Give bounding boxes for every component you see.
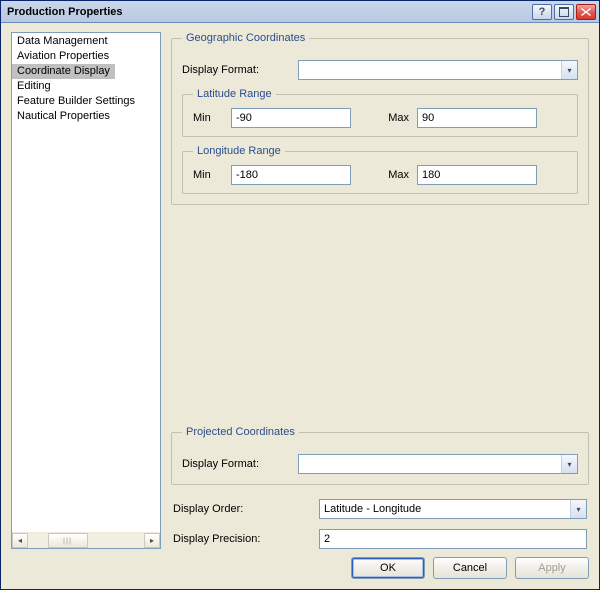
lon-min-input[interactable] bbox=[231, 165, 351, 185]
chevron-down-icon: ▾ bbox=[561, 455, 577, 473]
titlebar-controls: ? bbox=[532, 4, 599, 20]
category-list[interactable]: Data Management Aviation Properties Coor… bbox=[11, 32, 161, 549]
lat-min-input[interactable] bbox=[231, 108, 351, 128]
sidebar-item-nautical-properties[interactable]: Nautical Properties bbox=[12, 109, 160, 124]
geo-display-format-label: Display Format: bbox=[182, 64, 292, 76]
window: Production Properties ? Data Management bbox=[0, 0, 600, 590]
latitude-range-row: Min Max bbox=[193, 108, 567, 128]
sidebar-item-editing[interactable]: Editing bbox=[12, 79, 160, 94]
sidebar-item-feature-builder-settings[interactable]: Feature Builder Settings bbox=[12, 94, 160, 109]
display-precision-input[interactable] bbox=[319, 529, 587, 549]
projected-coordinates-legend: Projected Coordinates bbox=[182, 426, 299, 438]
scroll-grip-icon bbox=[64, 537, 73, 544]
lat-max-label: Max bbox=[379, 112, 409, 124]
body: Data Management Aviation Properties Coor… bbox=[11, 32, 589, 549]
apply-button[interactable]: Apply bbox=[515, 557, 589, 579]
lat-min-label: Min bbox=[193, 112, 223, 124]
chevron-down-icon: ▾ bbox=[570, 500, 586, 518]
lon-min-label: Min bbox=[193, 169, 223, 181]
scroll-left-button[interactable]: ◂ bbox=[12, 533, 28, 548]
sidebar-hscrollbar[interactable]: ◂ ▸ bbox=[12, 532, 160, 548]
display-order-select[interactable]: Latitude - Longitude ▾ bbox=[319, 499, 587, 519]
chevron-down-icon: ▾ bbox=[561, 61, 577, 79]
sidebar-item-data-management[interactable]: Data Management bbox=[12, 34, 160, 49]
geo-display-format-select[interactable]: ▾ bbox=[298, 60, 578, 80]
chevron-right-icon: ▸ bbox=[150, 536, 154, 545]
titlebar: Production Properties ? bbox=[1, 1, 599, 23]
display-precision-row: Display Precision: bbox=[171, 529, 589, 549]
projected-coordinates-group: Projected Coordinates Display Format: ▾ bbox=[171, 426, 589, 485]
lon-max-label: Max bbox=[379, 169, 409, 181]
proj-display-format-value bbox=[303, 455, 559, 473]
vertical-spacer bbox=[171, 215, 589, 426]
main-panel: Geographic Coordinates Display Format: ▾… bbox=[171, 32, 589, 549]
geo-display-format-value bbox=[303, 61, 559, 79]
display-order-row: Display Order: Latitude - Longitude ▾ bbox=[171, 499, 589, 519]
display-precision-label: Display Precision: bbox=[173, 533, 313, 545]
help-button[interactable]: ? bbox=[532, 4, 552, 20]
lon-max-input[interactable] bbox=[417, 165, 537, 185]
geographic-coordinates-legend: Geographic Coordinates bbox=[182, 32, 309, 44]
geographic-coordinates-group: Geographic Coordinates Display Format: ▾… bbox=[171, 32, 589, 205]
category-list-items: Data Management Aviation Properties Coor… bbox=[12, 33, 160, 125]
latitude-range-group: Latitude Range Min Max bbox=[182, 88, 578, 137]
proj-display-format-label: Display Format: bbox=[182, 458, 292, 470]
client-area: Data Management Aviation Properties Coor… bbox=[1, 23, 599, 589]
display-order-label: Display Order: bbox=[173, 503, 313, 515]
dialog-buttons: OK Cancel Apply bbox=[11, 549, 589, 579]
chevron-left-icon: ◂ bbox=[18, 536, 22, 545]
help-icon: ? bbox=[539, 6, 546, 18]
close-icon bbox=[581, 8, 591, 16]
close-button[interactable] bbox=[576, 4, 596, 20]
window-title: Production Properties bbox=[1, 6, 123, 18]
scroll-thumb[interactable] bbox=[48, 533, 88, 548]
proj-display-format-row: Display Format: ▾ bbox=[182, 454, 578, 474]
sidebar: Data Management Aviation Properties Coor… bbox=[11, 32, 161, 549]
scroll-right-button[interactable]: ▸ bbox=[144, 533, 160, 548]
ok-button[interactable]: OK bbox=[351, 557, 425, 579]
display-order-value: Latitude - Longitude bbox=[324, 500, 568, 518]
proj-display-format-select[interactable]: ▾ bbox=[298, 454, 578, 474]
lat-max-input[interactable] bbox=[417, 108, 537, 128]
longitude-range-row: Min Max bbox=[193, 165, 567, 185]
sidebar-item-aviation-properties[interactable]: Aviation Properties bbox=[12, 49, 160, 64]
cancel-button[interactable]: Cancel bbox=[433, 557, 507, 579]
latitude-range-legend: Latitude Range bbox=[193, 88, 276, 100]
maximize-button[interactable] bbox=[554, 4, 574, 20]
longitude-range-group: Longitude Range Min Max bbox=[182, 145, 578, 194]
geo-display-format-row: Display Format: ▾ bbox=[182, 60, 578, 80]
longitude-range-legend: Longitude Range bbox=[193, 145, 285, 157]
sidebar-item-coordinate-display[interactable]: Coordinate Display bbox=[12, 64, 115, 79]
scroll-track[interactable] bbox=[28, 533, 144, 548]
